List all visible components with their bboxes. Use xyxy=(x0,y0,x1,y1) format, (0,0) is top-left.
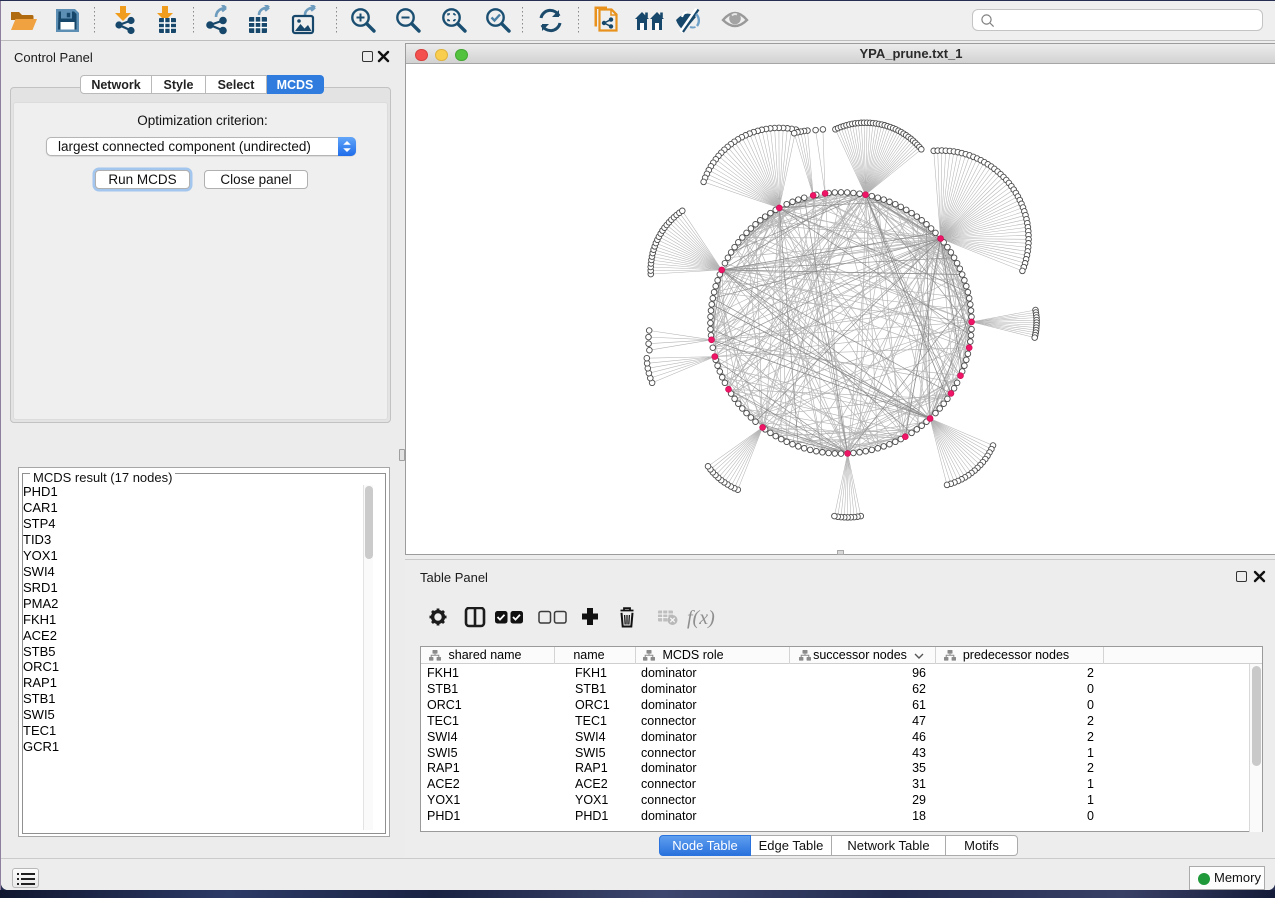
svg-text:f(x): f(x) xyxy=(687,607,715,629)
